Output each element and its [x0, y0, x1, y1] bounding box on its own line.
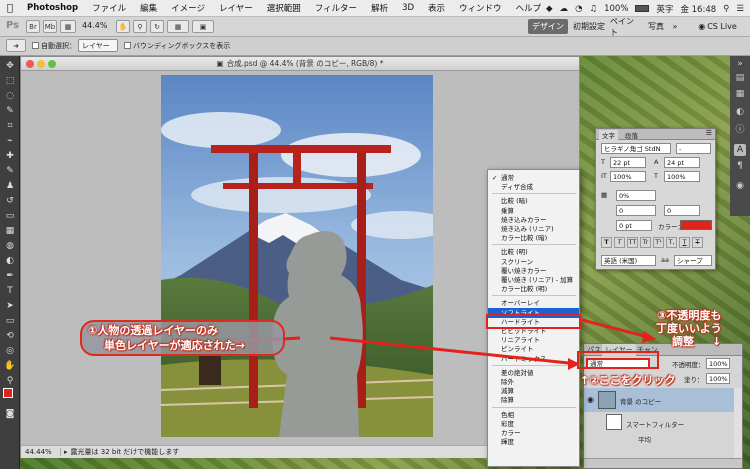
annotation-overlay	[229, 314, 659, 370]
arrow-to-opacity	[581, 318, 653, 340]
annotation-1-line2: 単色レイヤーが適応された→	[104, 339, 245, 352]
arrowhead-opacity	[642, 331, 656, 343]
annotation-3-arrow: ↓	[712, 335, 722, 348]
arrow-to-dropdown	[329, 336, 579, 366]
annotation-3-line2: 丁度いいよう	[656, 322, 722, 335]
highlight-soft-light	[486, 314, 581, 329]
annotation-1-line1: ①人物の透過レイヤーのみ	[88, 324, 218, 337]
annotation-3-line1: ③不透明度も	[657, 309, 722, 322]
highlight-blend-dropdown	[577, 351, 659, 369]
annotation-3-line3: 調整	[672, 335, 694, 348]
annotation-2: ↑②ここをクリック	[580, 374, 676, 387]
